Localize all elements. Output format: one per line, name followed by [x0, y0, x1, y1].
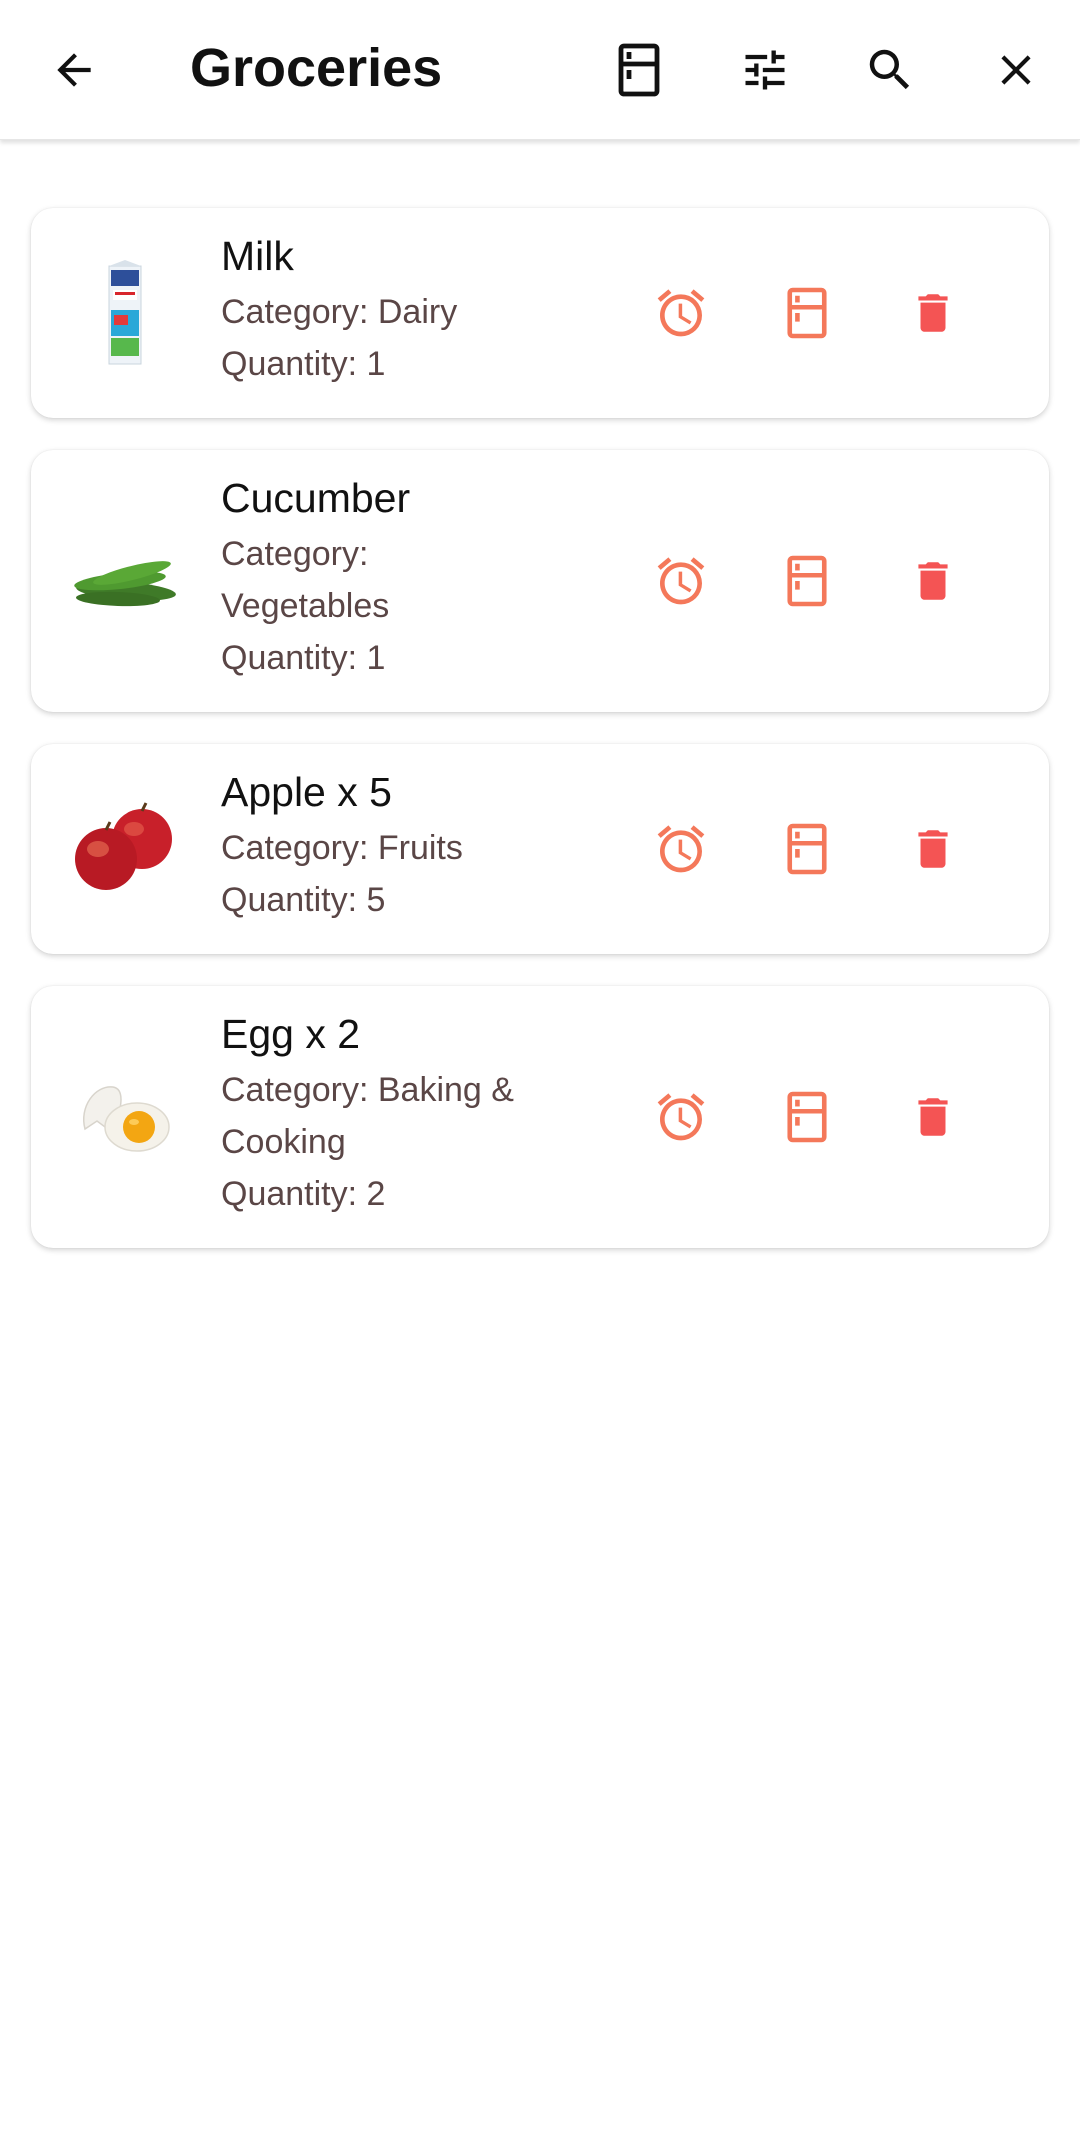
close-button[interactable]	[966, 20, 1066, 120]
alarm-icon	[657, 557, 705, 605]
item-quantity: Quantity: 2	[221, 1175, 386, 1213]
cracked-egg-image	[67, 1059, 183, 1175]
move-to-fridge-button[interactable]	[757, 263, 857, 363]
trash-icon	[918, 1098, 948, 1136]
grocery-card-egg[interactable]: Egg x 2 Category: Baking & Cooking Quant…	[31, 986, 1049, 1248]
move-to-fridge-button[interactable]	[757, 1067, 857, 1167]
item-actions	[631, 531, 983, 631]
fridge-icon	[618, 43, 660, 97]
item-quantity: Quantity: 1	[221, 639, 386, 677]
item-category: Category: Baking & Cooking	[221, 1071, 514, 1161]
delete-button[interactable]	[883, 531, 983, 631]
alarm-button[interactable]	[631, 263, 731, 363]
alarm-button[interactable]	[631, 1067, 731, 1167]
item-name: Cucumber	[221, 475, 411, 521]
filter-button[interactable]	[715, 20, 815, 120]
page-title: Groceries	[190, 38, 443, 98]
grocery-card-cucumber[interactable]: Cucumber Category: Vegetables Quantity: …	[31, 450, 1049, 712]
grocery-list: Milk Category: Dairy Quantity: 1 Cucumbe…	[31, 208, 1049, 1280]
tune-icon	[745, 50, 785, 90]
alarm-icon	[657, 289, 705, 337]
app-bar: Groceries	[0, 0, 1080, 140]
item-info: Cucumber Category: Vegetables Quantity: …	[221, 470, 601, 684]
delete-button[interactable]	[883, 263, 983, 363]
item-info: Apple x 5 Category: Fruits Quantity: 5	[221, 764, 601, 926]
trash-icon	[918, 294, 948, 332]
item-category: Category: Fruits	[221, 829, 463, 867]
alarm-button[interactable]	[631, 531, 731, 631]
alarm-button[interactable]	[631, 799, 731, 899]
fridge-button[interactable]	[589, 20, 689, 120]
item-info: Egg x 2 Category: Baking & Cooking Quant…	[221, 1006, 601, 1220]
fridge-icon	[787, 287, 827, 339]
grocery-card-apple[interactable]: Apple x 5 Category: Fruits Quantity: 5	[31, 744, 1049, 954]
item-actions	[631, 263, 983, 363]
item-info: Milk Category: Dairy Quantity: 1	[221, 228, 601, 390]
fridge-icon	[787, 823, 827, 875]
delete-button[interactable]	[883, 799, 983, 899]
milk-carton-image	[67, 255, 183, 371]
arrow-back-icon	[57, 53, 91, 87]
alarm-icon	[657, 1093, 705, 1141]
item-name: Milk	[221, 233, 294, 279]
item-category: Category: Vegetables	[221, 535, 390, 625]
item-name: Apple x 5	[221, 769, 392, 815]
grocery-card-milk[interactable]: Milk Category: Dairy Quantity: 1	[31, 208, 1049, 418]
trash-icon	[918, 562, 948, 600]
item-actions	[631, 799, 983, 899]
close-icon	[1001, 55, 1031, 85]
trash-icon	[918, 830, 948, 868]
item-quantity: Quantity: 1	[221, 345, 386, 383]
item-quantity: Quantity: 5	[221, 881, 386, 919]
move-to-fridge-button[interactable]	[757, 799, 857, 899]
back-button[interactable]	[24, 20, 124, 120]
delete-button[interactable]	[883, 1067, 983, 1167]
alarm-icon	[657, 825, 705, 873]
move-to-fridge-button[interactable]	[757, 531, 857, 631]
item-category: Category: Dairy	[221, 293, 458, 331]
cucumbers-image	[67, 523, 183, 639]
search-icon	[869, 49, 910, 90]
apples-image	[67, 791, 183, 907]
item-name: Egg x 2	[221, 1011, 361, 1057]
item-actions	[631, 1067, 983, 1167]
fridge-icon	[787, 1091, 827, 1143]
fridge-icon	[787, 555, 827, 607]
search-button[interactable]	[840, 20, 940, 120]
